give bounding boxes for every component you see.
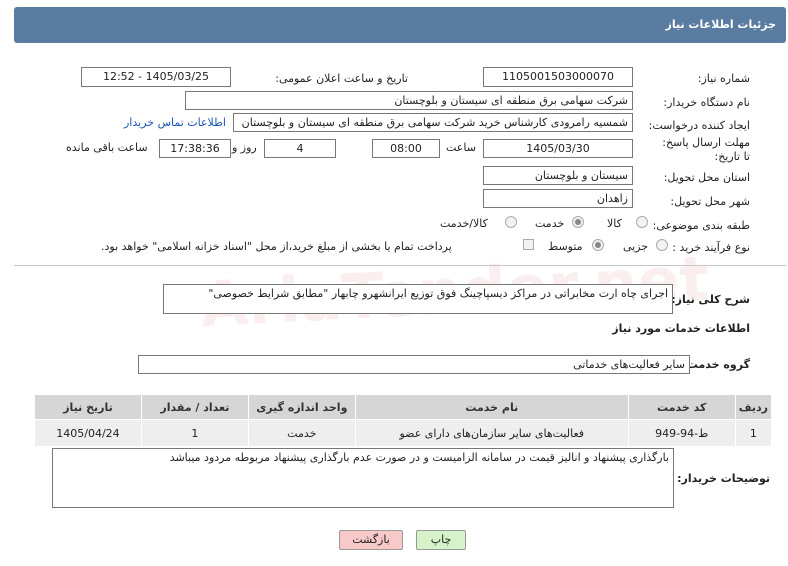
days-label: روز و [232,141,257,154]
deadline-label: مهلت ارسال پاسخ: تا تاریخ: [662,136,750,163]
days-remaining-field[interactable]: 4 [264,139,336,158]
process-minor-label: جزیی [623,240,649,253]
category-service-radio[interactable] [572,216,584,228]
treasury-payment-note: پرداخت تمام یا بخشی از مبلغ خرید،از محل … [101,240,452,253]
row-date: 1405/04/24 [34,419,142,447]
buyer-org-field[interactable]: شرکت سهامی برق منطقه ای سیستان و بلوچستا… [185,91,633,110]
row-code: ط-94-949 [627,419,736,447]
description-label: شرح کلی نیاز: [671,293,750,306]
need-number-field[interactable]: 1105001503000070 [483,67,633,87]
row-unit: خدمت [247,419,356,447]
treasury-payment-checkbox[interactable] [523,239,534,250]
category-goods-radio[interactable] [636,216,648,228]
province-label: استان محل تحویل: [663,171,750,184]
print-button[interactable]: چاپ [416,530,466,550]
process-minor-radio[interactable] [656,239,668,251]
need-number-label: شماره نیاز: [697,72,750,85]
col-name: نام خدمت [354,394,629,420]
process-label: نوع فرآیند خرید : [672,241,750,254]
divider [14,265,786,266]
process-medium-label: متوسط [548,240,583,253]
row-index: 1 [734,419,773,447]
category-goods-label: کالا [607,217,622,230]
col-date: تاریخ نیاز [34,394,142,420]
services-table: ردیف کد خدمت نام خدمت واحد اندازه گیری ت… [34,394,773,447]
row-qty: 1 [140,419,249,447]
row-name: فعالیت‌های سایر سازمان‌های دارای عضو [354,419,629,447]
col-index: ردیف [734,394,773,420]
category-both-radio[interactable] [505,216,517,228]
page-header: جزئیات اطلاعات نیاز [14,7,786,43]
remaining-label: ساعت باقی مانده [66,141,148,154]
requester-label: ایجاد کننده درخواست: [648,119,750,132]
announce-datetime-field[interactable]: 1405/03/25 - 12:52 [81,67,231,87]
deadline-date-field[interactable]: 1405/03/30 [483,139,633,158]
announce-label: تاریخ و ساعت اعلان عمومی: [275,72,408,85]
page-title: جزئیات اطلاعات نیاز [665,18,777,31]
col-code: کد خدمت [627,394,736,420]
back-button[interactable]: بازگشت [339,530,403,550]
service-group-field[interactable]: سایر فعالیت‌های خدماتی [138,355,690,374]
buyer-notes-textarea[interactable]: بارگذاری پیشنهاد و انالیز قیمت در سامانه… [52,448,674,508]
contact-buyer-link[interactable]: اطلاعات تماس خریدار [124,116,226,129]
city-label: شهر محل تحویل: [670,195,750,208]
col-qty: تعداد / مقدار [140,394,249,420]
province-field[interactable]: سیستان و بلوچستان [483,166,633,185]
description-textarea[interactable]: اجرای چاه ارت مخابراتی در مراکز دیسپاچین… [163,284,673,314]
table-row[interactable]: 1 ط-94-949 فعالیت‌های سایر سازمان‌های دا… [34,419,773,447]
service-group-label: گروه خدمت: [682,358,750,371]
buyer-org-label: نام دستگاه خریدار: [663,96,750,109]
category-label: طبقه بندی موضوعی: [652,219,750,232]
process-medium-radio[interactable] [592,239,604,251]
services-section-title: اطلاعات خدمات مورد نیاز [612,322,750,335]
col-unit: واحد اندازه گیری [247,394,356,420]
buyer-notes-label: توضیحات خریدار: [677,472,770,485]
requester-field[interactable]: شمسیه رامرودی کارشناس خرید شرکت سهامی بر… [233,113,633,132]
deadline-time-label: ساعت [446,141,476,154]
table-header-row: ردیف کد خدمت نام خدمت واحد اندازه گیری ت… [34,394,773,420]
category-both-label: کالا/خدمت [440,217,488,230]
category-service-label: خدمت [535,217,565,230]
city-field[interactable]: زاهدان [483,189,633,208]
deadline-time-field[interactable]: 08:00 [372,139,440,158]
remaining-time-field[interactable]: 17:38:36 [159,139,231,158]
